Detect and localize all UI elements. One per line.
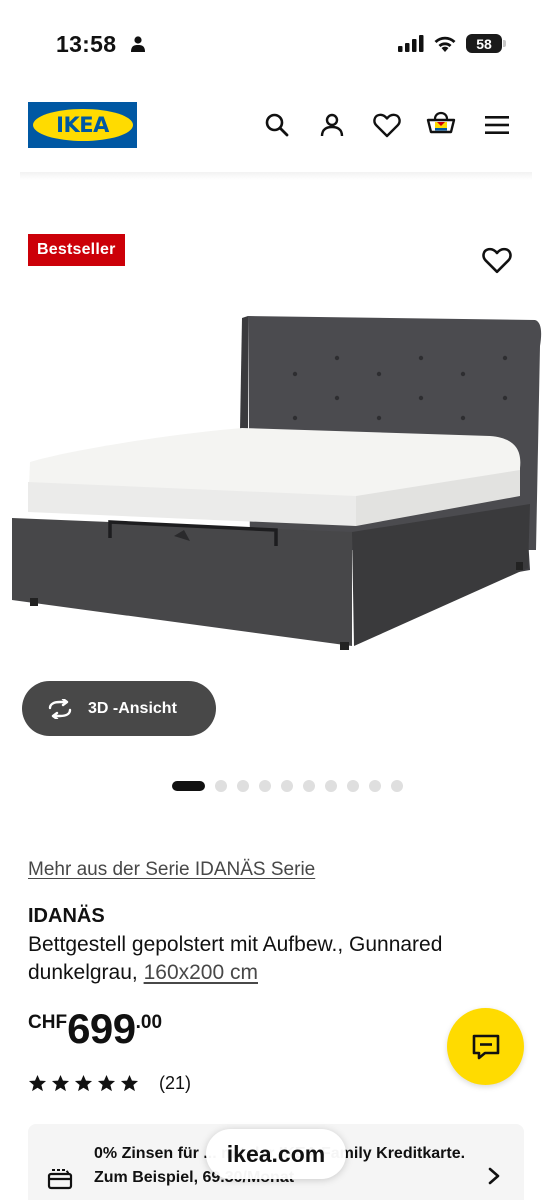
status-bar: 13:58 58	[0, 0, 552, 90]
series-link[interactable]: Mehr aus der Serie IDANÄS Serie	[28, 859, 315, 881]
ikea-logo[interactable]: IKEA	[28, 102, 137, 148]
product-price: CHF 699 .00	[28, 1006, 162, 1052]
cart-icon[interactable]	[426, 110, 456, 140]
chevron-right-icon	[488, 1167, 500, 1185]
price-decimals: .00	[135, 1012, 163, 1033]
chat-icon	[472, 1034, 499, 1059]
carousel-dot[interactable]	[281, 780, 293, 792]
carousel-dot[interactable]	[369, 780, 381, 792]
carousel-dot[interactable]	[325, 780, 337, 792]
header-divider	[20, 172, 532, 180]
carousel-dot[interactable]	[391, 780, 403, 792]
add-to-wishlist-heart-icon[interactable]	[482, 246, 512, 276]
carousel-dot[interactable]	[172, 781, 205, 791]
bestseller-badge: Bestseller	[28, 234, 125, 266]
status-time: 13:58	[56, 31, 117, 57]
carousel-dot[interactable]	[237, 780, 249, 792]
price-integer: 699	[67, 1005, 136, 1052]
product-rating[interactable]: (21)	[28, 1073, 191, 1094]
battery-level: 58	[476, 35, 492, 52]
site-header: IKEA	[0, 90, 552, 175]
cellular-signal-icon	[398, 35, 424, 52]
image-carousel-indicator	[172, 780, 403, 792]
status-indicators: 58	[398, 34, 506, 53]
wifi-icon	[434, 36, 456, 52]
price-currency: CHF	[28, 1012, 68, 1033]
carousel-dot[interactable]	[347, 780, 359, 792]
browser-url-pill[interactable]: ikea.com	[206, 1129, 346, 1179]
view-3d-label: 3D -Ansicht	[88, 699, 177, 717]
carousel-dot[interactable]	[303, 780, 315, 792]
logo-text: IKEA	[56, 113, 109, 137]
star-icon	[97, 1074, 116, 1092]
view-3d-button[interactable]: 3D -Ansicht	[22, 681, 216, 736]
carousel-dot[interactable]	[259, 780, 271, 792]
search-icon[interactable]	[262, 110, 292, 140]
product-name: IDANÄS	[28, 905, 105, 927]
chat-button[interactable]	[447, 1008, 524, 1085]
product-description: Bettgestell gepolstert mit Aufbew., Gunn…	[28, 931, 508, 987]
star-icon	[120, 1074, 139, 1092]
menu-icon[interactable]	[482, 110, 512, 140]
size-link[interactable]: 160x200 cm	[144, 961, 258, 984]
battery-icon: 58	[466, 34, 506, 53]
account-icon[interactable]	[317, 110, 347, 140]
product-image-bed[interactable]	[10, 300, 542, 680]
rotate-3d-icon	[48, 698, 72, 719]
carousel-dot[interactable]	[215, 780, 227, 792]
star-icon	[74, 1074, 93, 1092]
credit-card-icon	[47, 1169, 73, 1190]
star-icon	[51, 1074, 70, 1092]
star-icon	[28, 1074, 47, 1092]
wishlist-icon[interactable]	[372, 110, 402, 140]
review-count: (21)	[159, 1073, 192, 1093]
person-icon	[131, 36, 145, 52]
